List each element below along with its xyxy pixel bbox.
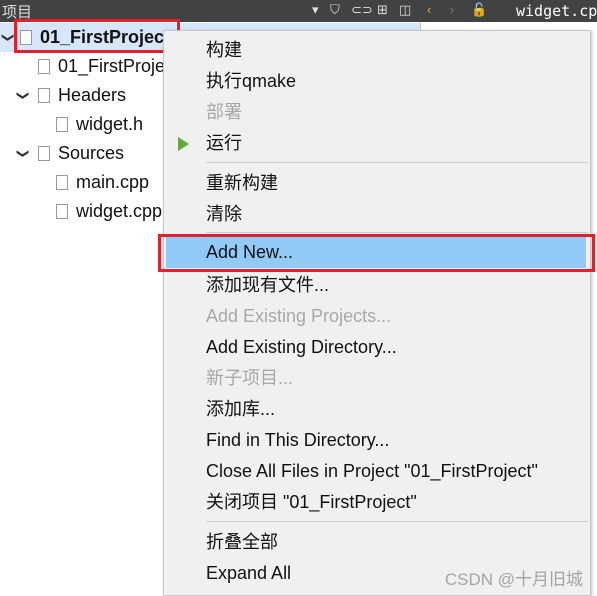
file-icon xyxy=(56,204,68,219)
tree-item-label: Headers xyxy=(58,85,127,105)
file-icon xyxy=(38,146,50,161)
menu-item[interactable]: 运行 xyxy=(164,128,590,159)
file-icon xyxy=(38,59,50,74)
play-icon xyxy=(178,137,189,151)
menu-item[interactable]: 清除 xyxy=(164,199,590,230)
menu-item[interactable]: 构建 xyxy=(164,35,590,66)
menu-item[interactable]: Find in This Directory... xyxy=(164,425,590,456)
menu-item[interactable]: 关闭项目 "01_FirstProject" xyxy=(164,487,590,518)
menu-item-label: 关闭项目 "01_FirstProject" xyxy=(206,492,417,512)
menu-item-label: Expand All xyxy=(206,563,292,583)
menu-item[interactable]: 执行qmake xyxy=(164,66,590,97)
menu-item[interactable]: 折叠全部 xyxy=(164,527,590,558)
menu-item-label: 清除 xyxy=(206,204,242,224)
menu-item[interactable]: 添加库... xyxy=(164,394,590,425)
menu-item: Add Existing Projects... xyxy=(164,301,590,332)
back-icon[interactable]: ‹ xyxy=(427,2,431,17)
menu-item-label: Find in This Directory... xyxy=(206,430,390,450)
menu-item[interactable]: 添加现有文件... xyxy=(164,270,590,301)
file-icon xyxy=(38,88,50,103)
menu-separator xyxy=(206,521,588,522)
file-icon xyxy=(56,175,68,190)
menu-item-label: 新子项目... xyxy=(206,368,294,388)
menu-separator xyxy=(206,232,588,233)
menu-item[interactable]: Add Existing Directory... xyxy=(164,332,590,363)
menu-item-label: 添加库... xyxy=(206,399,276,419)
annotation-box-project xyxy=(14,19,180,53)
split-icon[interactable]: ⊞ xyxy=(377,2,388,18)
link-icon[interactable]: ⊂⊃ xyxy=(351,2,373,18)
menu-item-label: Add Existing Directory... xyxy=(206,337,397,357)
file-icon xyxy=(56,117,68,132)
tree-item-label: widget.h xyxy=(76,114,144,134)
menu-item-label: Add Existing Projects... xyxy=(206,306,392,326)
menu-item-label: 添加现有文件... xyxy=(206,275,330,295)
tree-item-label: Sources xyxy=(58,143,125,163)
context-menu: 构建 执行qmake 部署 运行 重新构建 清除 Add New... 添加现有文件... Ad… xyxy=(163,30,591,596)
menu-item: 新子项目... xyxy=(164,363,590,394)
menu-item-label: Close All Files in Project "01_FirstProj… xyxy=(206,461,538,481)
chevron-down-icon[interactable]: ❯ xyxy=(9,90,38,100)
dropdown-icon[interactable]: ▾ xyxy=(312,2,319,18)
menu-item[interactable]: 重新构建 xyxy=(164,168,590,199)
menu-item-label: 重新构建 xyxy=(206,173,278,193)
menu-item-label: 运行 xyxy=(206,133,242,153)
forward-icon[interactable]: › xyxy=(450,2,454,17)
menu-item-label: 部署 xyxy=(206,102,242,122)
menu-item-label: 折叠全部 xyxy=(206,532,278,552)
watermark: CSDN @十月旧城 xyxy=(444,570,583,589)
tab-widget-cpp[interactable]: widget.cpp xyxy=(490,0,597,22)
tree-item-label: main.cpp xyxy=(76,172,150,192)
menu-item-label: 构建 xyxy=(206,40,242,60)
annotation-box-add-new xyxy=(158,234,595,272)
chevron-down-icon[interactable]: ❯ xyxy=(9,148,38,158)
filter-icon[interactable]: ⛉ xyxy=(330,2,340,18)
menu-item: 部署 xyxy=(164,97,590,128)
tree-item-label: widget.cpp xyxy=(76,201,163,221)
menu-separator xyxy=(206,162,588,163)
menu-item[interactable]: Close All Files in Project "01_FirstProj… xyxy=(164,456,590,487)
lock-icon: 🔓 xyxy=(471,2,488,17)
close-panel-icon[interactable]: ◫ xyxy=(399,2,411,18)
menu-item-label: 执行qmake xyxy=(206,71,297,91)
